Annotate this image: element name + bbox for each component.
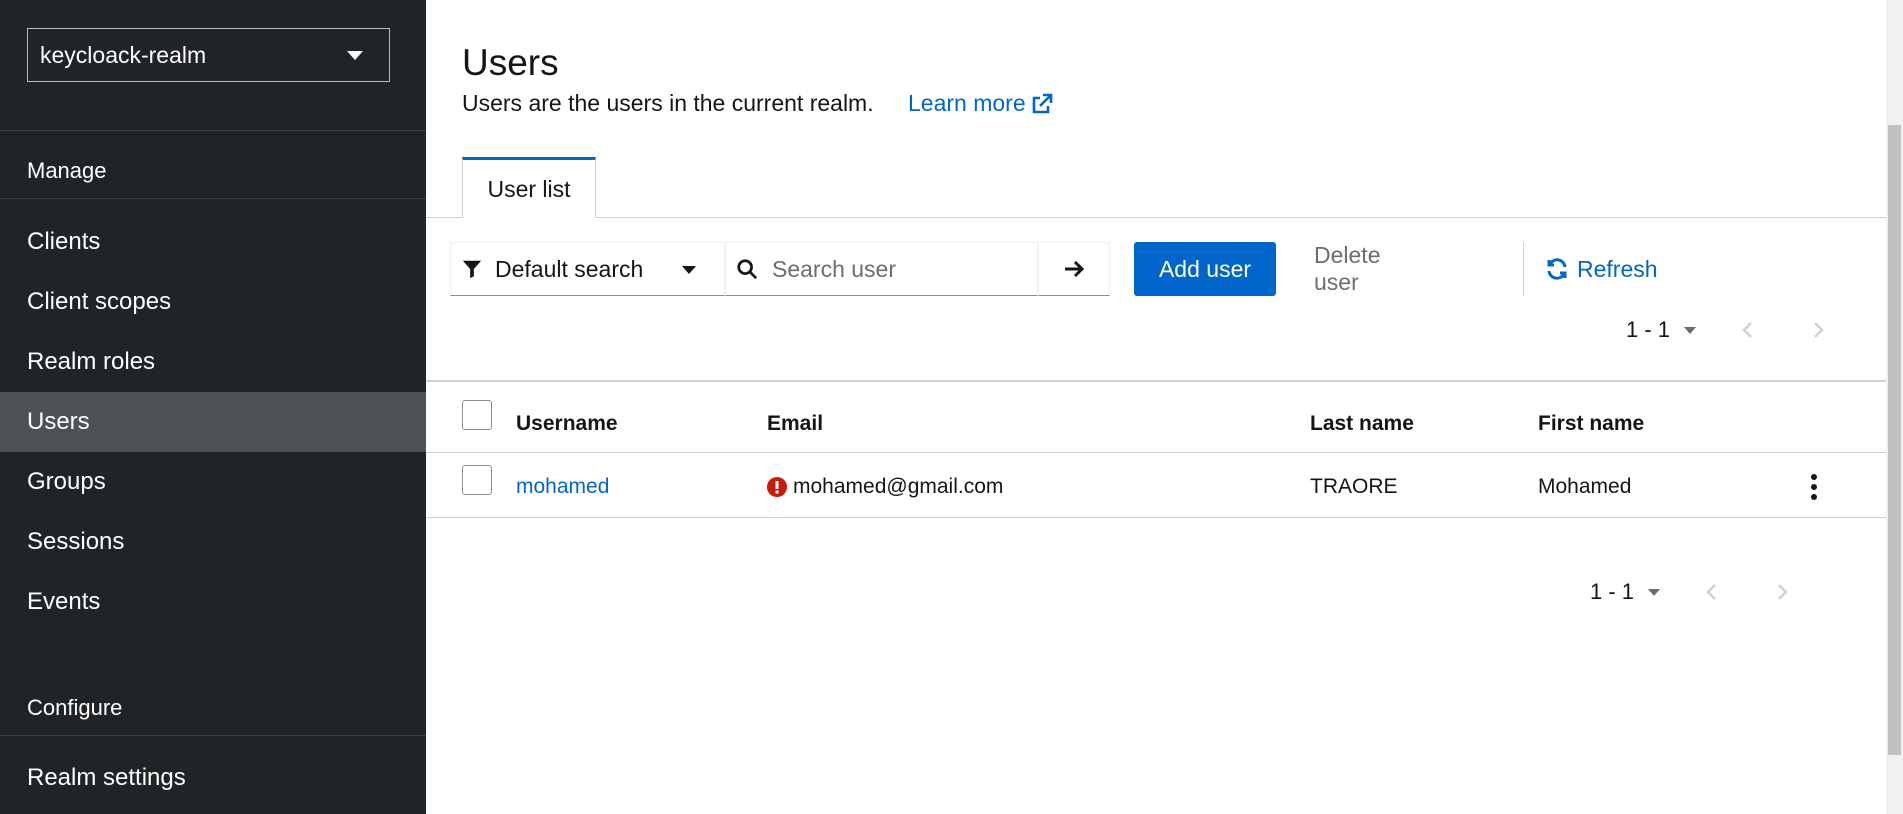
table-top-border (426, 380, 1886, 382)
page-title: Users (462, 42, 559, 83)
table-header-divider (426, 452, 1886, 453)
search-input[interactable] (772, 255, 1022, 283)
search-box (725, 242, 1038, 296)
configure-heading: Configure (27, 695, 123, 720)
chevron-right-icon (1778, 584, 1788, 600)
caret-down-icon (1648, 588, 1661, 596)
pagination-range-toggle[interactable]: 1 - 1 (1590, 579, 1661, 605)
select-all-checkbox[interactable] (462, 400, 492, 430)
realm-name: keycloack-realm (40, 41, 207, 68)
pagination-range: 1 - 1 (1590, 579, 1635, 604)
refresh-icon (1547, 258, 1567, 280)
external-link-icon (1032, 93, 1052, 113)
sidebar: keycloack-realm Manage Clients Client sc… (0, 0, 426, 814)
caret-down-icon (1684, 326, 1697, 334)
pagination-bottom: 1 - 1 (1590, 572, 1802, 612)
manage-heading: Manage (27, 158, 107, 183)
search-icon (737, 259, 758, 280)
scrollbar-thumb[interactable] (1888, 125, 1901, 755)
previous-page-button[interactable] (1692, 572, 1732, 612)
sidebar-item-users[interactable]: Users (0, 392, 426, 452)
sidebar-item-realm-settings[interactable]: Realm settings (0, 748, 426, 808)
pagination-range: 1 - 1 (1626, 317, 1671, 342)
row-checkbox[interactable] (462, 465, 492, 495)
column-header-last-name[interactable]: Last name (1310, 412, 1414, 436)
first-name-cell: Mohamed (1538, 475, 1632, 498)
column-header-email[interactable]: Email (767, 412, 823, 436)
next-page-button[interactable] (1798, 310, 1838, 350)
add-user-button[interactable]: Add user (1134, 242, 1276, 296)
tab-bar-divider (426, 217, 1886, 218)
chevron-left-icon (1742, 322, 1752, 338)
toolbar-separator (1523, 242, 1524, 296)
realm-selector[interactable]: keycloack-realm (27, 28, 390, 82)
main-content: Users Users are the users in the current… (426, 0, 1886, 814)
tab-user-list[interactable]: User list (462, 157, 596, 218)
pagination-top: 1 - 1 (1626, 310, 1838, 350)
page-description: Users are the users in the current realm… (462, 90, 874, 116)
chevron-left-icon (1706, 584, 1716, 600)
search-type-dropdown[interactable]: Default search (450, 242, 725, 296)
caret-down-icon (347, 51, 363, 60)
column-header-username[interactable]: Username (516, 412, 618, 436)
delete-user-button[interactable]: Delete user (1300, 242, 1394, 296)
previous-page-button[interactable] (1728, 310, 1768, 350)
caret-down-icon (682, 266, 696, 274)
learn-more-link[interactable]: Learn more (908, 90, 1054, 117)
row-actions-kebab-icon[interactable] (1804, 472, 1824, 502)
sidebar-item-clients[interactable]: Clients (0, 212, 426, 272)
sidebar-item-sessions[interactable]: Sessions (0, 512, 426, 572)
username-link[interactable]: mohamed (516, 475, 609, 499)
email-cell: mohamed@gmail.com (767, 475, 1003, 499)
next-page-button[interactable] (1762, 572, 1802, 612)
last-name-cell: TRAORE (1310, 475, 1398, 498)
sidebar-item-realm-roles[interactable]: Realm roles (0, 332, 426, 392)
sidebar-divider (0, 735, 426, 736)
sidebar-item-events[interactable]: Events (0, 572, 426, 632)
sidebar-divider (0, 198, 426, 199)
search-type-label: Default search (495, 255, 644, 282)
search-submit-button[interactable] (1038, 242, 1110, 296)
pagination-range-toggle[interactable]: 1 - 1 (1626, 317, 1697, 343)
email-value: mohamed@gmail.com (793, 475, 1004, 498)
sidebar-divider (0, 130, 426, 131)
sidebar-item-client-scopes[interactable]: Client scopes (0, 272, 426, 332)
exclamation-circle-icon (767, 477, 787, 497)
learn-more-label: Learn more (908, 90, 1026, 116)
refresh-button[interactable]: Refresh (1545, 242, 1658, 296)
sidebar-item-groups[interactable]: Groups (0, 452, 426, 512)
chevron-right-icon (1814, 322, 1824, 338)
table-row-divider (426, 517, 1886, 518)
vertical-scrollbar[interactable] (1886, 0, 1903, 814)
filter-icon (462, 260, 482, 279)
refresh-label: Refresh (1577, 255, 1658, 282)
column-header-first-name[interactable]: First name (1538, 412, 1644, 436)
arrow-right-icon (1065, 260, 1085, 278)
